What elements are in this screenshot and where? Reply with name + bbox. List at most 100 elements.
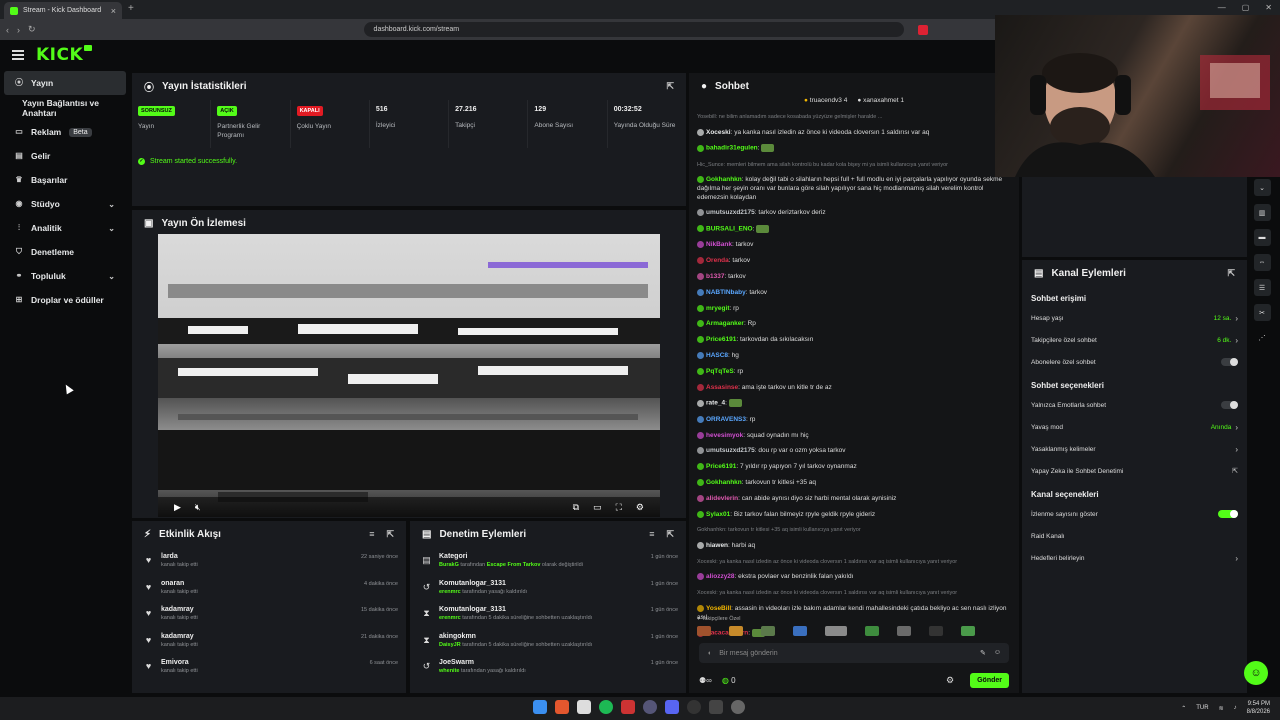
brave-shield-icon[interactable]	[917, 24, 928, 35]
sidebar-item-topluluk[interactable]: ⚭ Topluluk ⌄	[0, 264, 130, 288]
emote-icon[interactable]	[697, 626, 711, 636]
users-icon[interactable]: ⚉∞	[699, 676, 712, 685]
close-window-icon[interactable]: ✕	[1265, 3, 1272, 12]
emote-icon[interactable]	[897, 626, 911, 636]
chat-input[interactable]: ◖ Bir mesaj gönderin ✎ ☺	[699, 643, 1009, 663]
tray-chevron-icon[interactable]: ⌃	[1181, 705, 1186, 712]
chat-message[interactable]: alidevlerin: can abide aynısı diyo siz h…	[697, 494, 1011, 504]
popout-icon[interactable]: ⇱	[386, 529, 394, 540]
sidebar-item-analitik[interactable]: ⫶ Analitik ⌄	[0, 216, 130, 240]
setting-row[interactable]: Takipçilere özel sohbet 6 dk. ›	[1022, 329, 1247, 351]
chat-message[interactable]: Armaganker: Rp	[697, 320, 1011, 329]
chat-message[interactable]: NikBank: tarkov	[697, 241, 1011, 250]
reload-icon[interactable]: ↻	[28, 24, 36, 35]
chat-message[interactable]: hevesimyok: squad oynadın mı hiç	[697, 431, 1011, 441]
chat-message[interactable]: b1337: tarkov	[697, 272, 1011, 282]
emote-icon[interactable]	[793, 626, 807, 636]
setting-row[interactable]: Yalnızca Emotlarla sohbet	[1022, 394, 1247, 416]
chat-message[interactable]: Sylax01: Biz tarkov falan bilmeyiz rpyle…	[697, 510, 1011, 520]
steam-icon[interactable]	[643, 700, 657, 714]
chat-message[interactable]: Orenda: tarkov	[697, 257, 1011, 266]
help-chat-button[interactable]: ☺	[1244, 661, 1268, 685]
setting-row[interactable]: Yavaş mod Anında ›	[1022, 416, 1247, 438]
settings-icon[interactable]: ⚙	[636, 502, 644, 513]
volume-icon[interactable]: ♪	[1234, 705, 1237, 711]
chat-message[interactable]: hiawen: harbi aq	[697, 541, 1011, 551]
wrench-icon[interactable]: ✂	[1253, 304, 1271, 321]
spotify-icon[interactable]	[599, 700, 613, 714]
share-icon[interactable]: ⋰	[1254, 329, 1271, 346]
fullscreen-icon[interactable]: ⛶	[616, 502, 622, 513]
emoji-icon[interactable]: ☺	[994, 649, 1001, 657]
top-gifter[interactable]: ● truacendv3 4	[804, 97, 847, 109]
setting-row[interactable]: Abonelere özel sohbet	[1022, 351, 1247, 373]
emote-icon[interactable]	[825, 626, 847, 636]
send-button[interactable]: Gönder	[970, 672, 1009, 688]
chat-message[interactable]: NABTINbaby: tarkov	[697, 288, 1011, 298]
chat-message[interactable]: Gokhanhkn: kolay değil tabi o silahların…	[697, 176, 1011, 202]
explorer-icon[interactable]	[577, 700, 591, 714]
chat-message[interactable]: Xoceski: ya kanka nasıl izledin az önce …	[697, 558, 1011, 567]
link-icon[interactable]: ⇔	[1253, 254, 1271, 271]
popout-icon[interactable]: ⇱	[1227, 268, 1235, 279]
chat-message[interactable]: HASC8: hg	[697, 351, 1011, 361]
new-tab-icon[interactable]: +	[128, 3, 134, 14]
sidebar-item-reklam[interactable]: ▭ Reklam Beta	[0, 120, 130, 144]
chat-message[interactable]: mryegit: rp	[697, 304, 1011, 314]
chat-message[interactable]: Yosebill: ne bilim anlamadım sadece kosa…	[697, 113, 1011, 122]
sidebar-item-basarilar[interactable]: ♛ Başarılar	[0, 168, 130, 192]
chat-message[interactable]: Xoceski: ya kanka nasıl izledin az önce …	[697, 128, 1011, 138]
list-icon[interactable]: ☰	[1253, 279, 1271, 296]
setting-row[interactable]: İzlenme sayısını göster	[1022, 503, 1247, 525]
discord-icon[interactable]	[665, 700, 679, 714]
video-player[interactable]: ▶ 🔇︎ ⧉ ▭ ⛶ ⚙	[158, 234, 660, 517]
language-indicator[interactable]: TUR	[1196, 705, 1208, 711]
clock[interactable]: 9:54 PM 8/8/2026	[1247, 700, 1270, 716]
chat-message[interactable]: BURSALI_ENO:	[697, 224, 1011, 234]
wifi-icon[interactable]: ≋	[1219, 705, 1224, 712]
top-gifter[interactable]: ● xanaxahmet 1	[857, 97, 904, 109]
filter-icon[interactable]: ≡	[649, 529, 654, 540]
kick-logo[interactable]: KICK	[36, 45, 93, 65]
toggle-switch[interactable]	[1218, 510, 1238, 518]
setting-row[interactable]: Yasaklanmış kelimeler ›	[1022, 438, 1247, 460]
toggle-switch[interactable]	[1221, 401, 1238, 409]
sidebar-subitem-stream-key[interactable]: Yayın Bağlantısı ve Anahtarı	[0, 96, 130, 120]
chat-message[interactable]: Price6191: 7 yıldır rp yapıyon 7 yıl tar…	[697, 463, 1011, 472]
browser-tab[interactable]: Stream - Kick Dashboard ×	[4, 2, 122, 19]
chat-settings-icon[interactable]: ⚙	[946, 675, 954, 686]
popout-icon[interactable]: ⇱	[666, 81, 674, 92]
app-icon[interactable]	[709, 700, 723, 714]
emote-icon[interactable]	[961, 626, 975, 636]
sidebar-item-yayin[interactable]: ⦿ Yayın	[4, 71, 126, 95]
play-icon[interactable]: ▶	[174, 502, 181, 513]
ai-icon[interactable]: ✎	[980, 649, 986, 657]
chevron-down-icon[interactable]: ⌄	[1253, 179, 1271, 196]
settings-icon[interactable]	[731, 700, 745, 714]
chat-message[interactable]: umutsuzxd2175: dou rp var o ozm yoksa ta…	[697, 447, 1011, 456]
setting-row[interactable]: Raid Kanalı	[1022, 525, 1247, 547]
mute-icon[interactable]: 🔇︎	[195, 502, 201, 513]
pip-icon[interactable]: ⧉	[573, 502, 579, 513]
chat-message[interactable]: YoseBill: assasin in videoları izle bakı…	[697, 604, 1011, 622]
chat-message[interactable]: Xoceski: ya kanka nasıl izledin az önce …	[697, 589, 1011, 598]
minimize-icon[interactable]: —	[1218, 3, 1226, 12]
brave-icon[interactable]	[555, 700, 569, 714]
sidebar-item-droplar[interactable]: ⊞ Droplar ve ödüller	[0, 288, 130, 312]
url-field[interactable]: dashboard.kick.com/stream	[363, 22, 904, 37]
theater-icon[interactable]: ▭	[593, 502, 602, 513]
points-counter[interactable]: ◍ 0	[722, 676, 736, 685]
chat-message[interactable]: Hic_Sunce: memleri bilmem ama silah kont…	[697, 161, 1011, 170]
media-icon[interactable]	[621, 700, 635, 714]
setting-row[interactable]: Yapay Zeka ile Sohbet Denetimi ⇱	[1022, 460, 1247, 482]
sidebar-item-denetleme[interactable]: ⛉ Denetleme	[0, 240, 130, 264]
popout-icon[interactable]: ⇱	[666, 529, 674, 540]
chat-message[interactable]: Gokhanhkn: tarkovun tr kitlesi +35 aq	[697, 478, 1011, 488]
chat-message[interactable]: ORRAVENS3: rp	[697, 415, 1011, 425]
emote-icon[interactable]	[761, 626, 775, 636]
chat-bubble-icon[interactable]: ▬	[1253, 229, 1271, 246]
chat-message[interactable]: Gokhanhkn: tarkovun tr kitlesi +35 aq is…	[697, 526, 1011, 535]
emote-icon[interactable]	[929, 626, 943, 636]
close-tab-icon[interactable]: ×	[111, 6, 116, 16]
forward-icon[interactable]: ›	[17, 25, 20, 35]
